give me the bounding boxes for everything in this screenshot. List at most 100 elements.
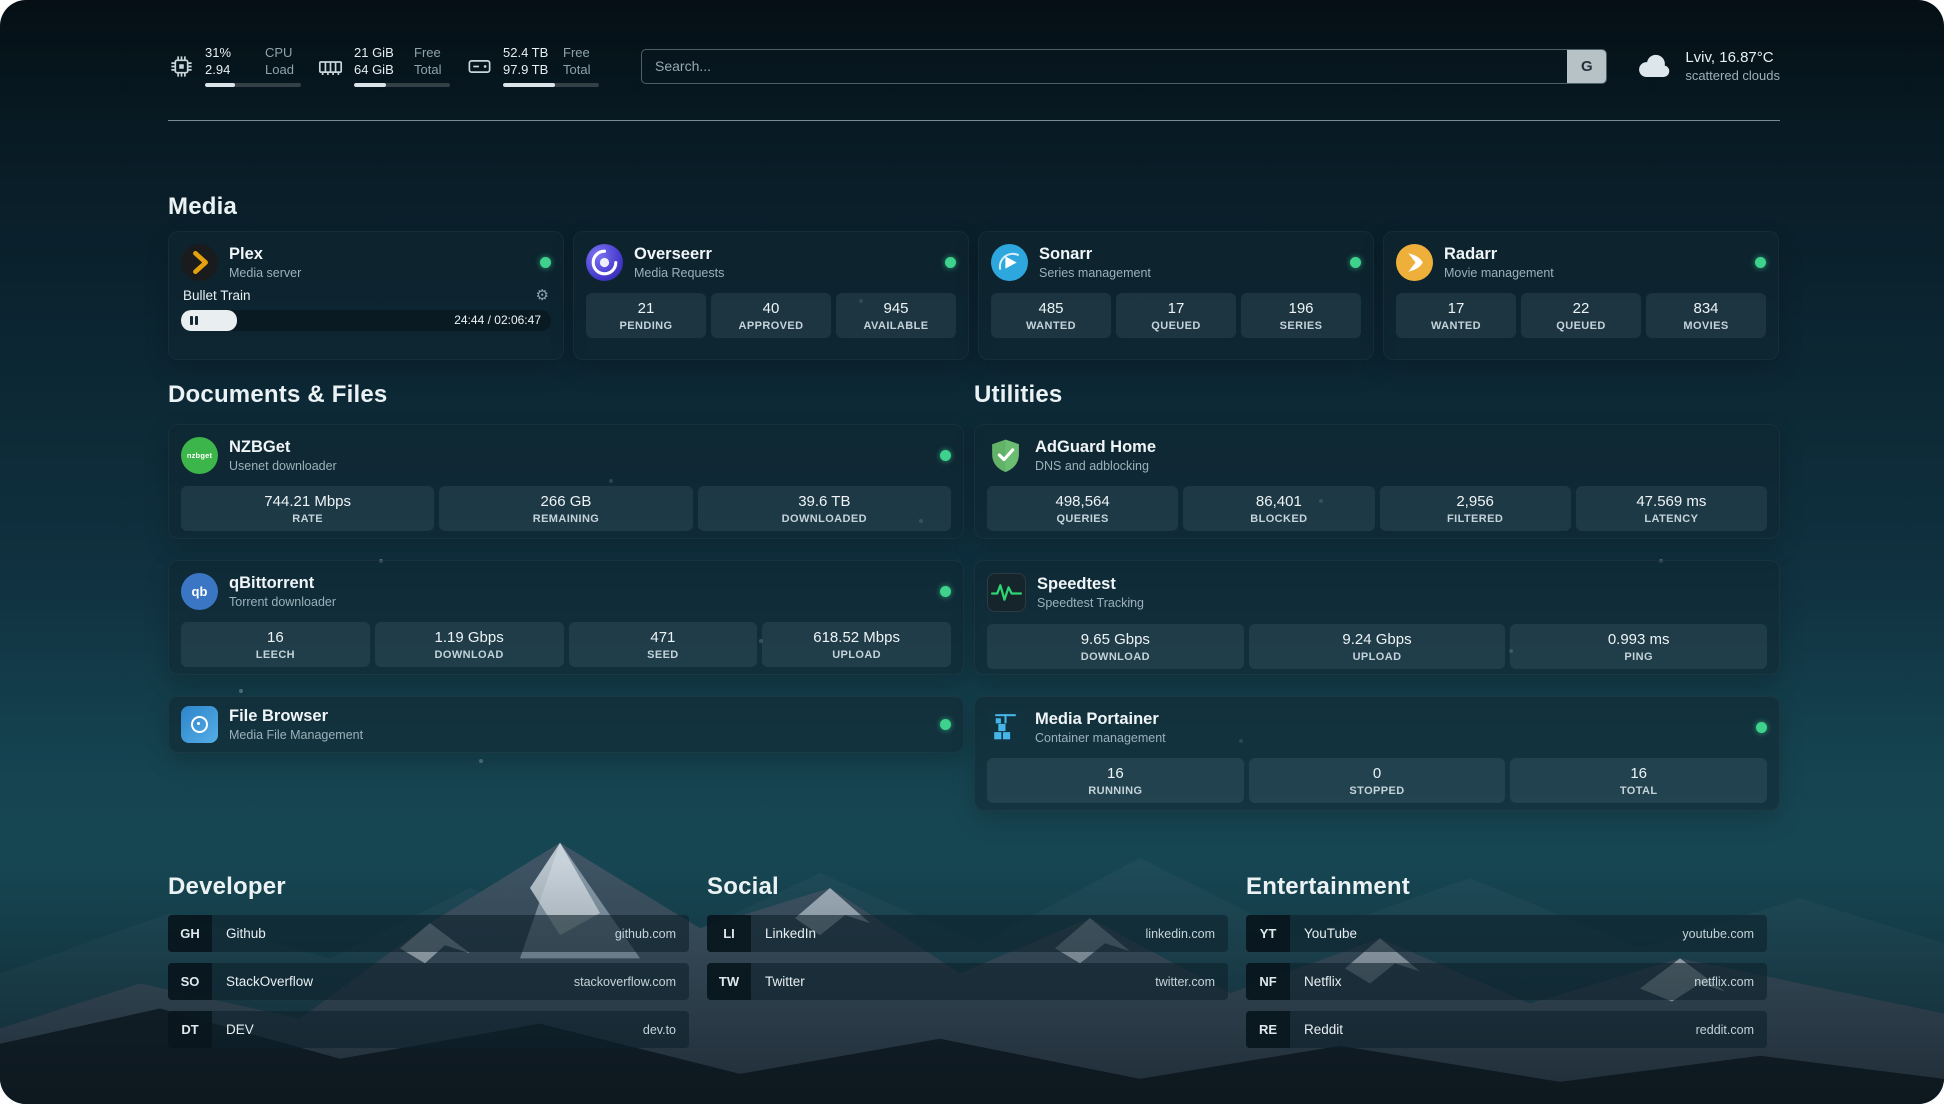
stat-value: 744.21 Mbps	[264, 493, 351, 510]
overseerr-icon	[586, 244, 623, 281]
service-name: Speedtest	[1037, 574, 1144, 594]
stat-label: MOVIES	[1683, 320, 1728, 332]
cpu-progress-bar	[205, 83, 301, 87]
bookmark-name: Twitter	[765, 974, 805, 989]
nzbget-icon: nzbget	[181, 437, 218, 474]
bookmark-url: netflix.com	[1694, 975, 1754, 989]
bookmark-twitter[interactable]: TW Twitter twitter.com	[707, 963, 1228, 1000]
service-card-nzbget[interactable]: nzbget NZBGet Usenet downloader 744.21 M…	[168, 424, 964, 539]
stat-label: AVAILABLE	[864, 320, 929, 332]
gear-icon[interactable]: ⚙	[536, 288, 549, 303]
stat-value: 16	[1107, 765, 1124, 782]
service-card-radarr[interactable]: Radarr Movie management 17 WANTED 22 QUE…	[1383, 231, 1779, 360]
status-dot	[1756, 722, 1767, 733]
service-name: File Browser	[229, 706, 363, 726]
stat-label: APPROVED	[739, 320, 804, 332]
topbar-divider	[168, 120, 1780, 121]
stat-upload: 9.24 Gbps UPLOAD	[1249, 624, 1506, 669]
service-card-filebrowser[interactable]: File Browser Media File Management	[168, 696, 964, 753]
radarr-icon	[1396, 244, 1433, 281]
service-desc: Media server	[229, 265, 301, 281]
service-card-adguard[interactable]: AdGuard Home DNS and adblocking 498,564 …	[974, 424, 1780, 539]
bookmark-github[interactable]: GH Github github.com	[168, 915, 689, 952]
stat-value: 618.52 Mbps	[813, 629, 900, 646]
service-desc: Media Requests	[634, 265, 724, 281]
now-playing-title: Bullet Train	[183, 288, 251, 303]
bookmark-url: reddit.com	[1696, 1023, 1754, 1037]
stat-value: 485	[1038, 300, 1063, 317]
bookmark-name: Netflix	[1304, 974, 1342, 989]
service-desc: Speedtest Tracking	[1037, 595, 1144, 611]
qbittorrent-icon-label: qb	[192, 584, 208, 599]
service-desc: DNS and adblocking	[1035, 458, 1156, 474]
pause-icon[interactable]	[190, 310, 198, 331]
disk-icon	[466, 53, 493, 80]
stat-label: WANTED	[1431, 320, 1481, 332]
qbittorrent-icon: qb	[181, 573, 218, 610]
topbar: 31% CPU 2.94 Load 21 GiB Free 64 GiB Tot…	[168, 44, 1780, 88]
service-card-overseerr[interactable]: Overseerr Media Requests 21 PENDING 40 A…	[573, 231, 969, 360]
section-title-social: Social	[707, 873, 1228, 901]
bookmark-netflix[interactable]: NF Netflix netflix.com	[1246, 963, 1767, 1000]
stat-label: QUEUED	[1151, 320, 1200, 332]
bookmark-group-entertainment: Entertainment YT YouTube youtube.com NF …	[1246, 873, 1767, 1048]
memory-widget: 21 GiB Free 64 GiB Total	[317, 45, 450, 87]
bookmark-group-social: Social LI LinkedIn linkedin.com TW Twitt…	[707, 873, 1228, 1048]
stat-label: DOWNLOADED	[782, 513, 867, 525]
cpu-usage-value: 31%	[205, 45, 259, 61]
bookmark-dev[interactable]: DT DEV dev.to	[168, 1011, 689, 1048]
media-cards-row: Plex Media server Bullet Train ⚙ 24:44 /…	[168, 231, 1780, 360]
stat-stopped: 0 STOPPED	[1249, 758, 1506, 803]
stat-ping: 0.993 ms PING	[1510, 624, 1767, 669]
search-provider-button[interactable]: G	[1567, 50, 1606, 83]
bookmark-reddit[interactable]: RE Reddit reddit.com	[1246, 1011, 1767, 1048]
bookmark-abbr: RE	[1246, 1011, 1290, 1048]
cloud-icon	[1637, 54, 1673, 79]
stat-label: TOTAL	[1620, 785, 1658, 797]
stat-value: 498,564	[1056, 493, 1110, 510]
stat-seed: 471 SEED	[569, 622, 758, 667]
status-dot	[540, 257, 551, 268]
status-dot	[1755, 257, 1766, 268]
stat-filtered: 2,956 FILTERED	[1380, 486, 1571, 531]
cpu-widget: 31% CPU 2.94 Load	[168, 45, 301, 87]
bookmark-abbr: SO	[168, 963, 212, 1000]
service-card-portainer[interactable]: Media Portainer Container management 16 …	[974, 696, 1780, 811]
status-dot	[945, 257, 956, 268]
service-desc: Usenet downloader	[229, 458, 337, 474]
stat-label: SEED	[647, 649, 679, 661]
stat-label: REMAINING	[533, 513, 600, 525]
bookmark-url: linkedin.com	[1146, 927, 1215, 941]
service-card-qbittorrent[interactable]: qb qBittorrent Torrent downloader 16 LEE…	[168, 560, 964, 675]
bookmark-linkedin[interactable]: LI LinkedIn linkedin.com	[707, 915, 1228, 952]
service-name: AdGuard Home	[1035, 437, 1156, 457]
bookmark-url: stackoverflow.com	[574, 975, 676, 989]
service-desc: Media File Management	[229, 727, 363, 743]
search-input[interactable]	[642, 50, 1567, 83]
stat-value: 196	[1288, 300, 1313, 317]
service-desc: Series management	[1039, 265, 1151, 281]
disk-progress-bar	[503, 83, 599, 87]
disk-free-label: Free	[563, 45, 599, 61]
bookmark-name: YouTube	[1304, 926, 1357, 941]
bookmark-abbr: GH	[168, 915, 212, 952]
status-dot	[1350, 257, 1361, 268]
stat-pending: 21 PENDING	[586, 293, 706, 338]
service-card-speedtest[interactable]: Speedtest Speedtest Tracking 9.65 Gbps D…	[974, 560, 1780, 675]
service-name: Sonarr	[1039, 244, 1151, 264]
bookmark-name: Reddit	[1304, 1022, 1343, 1037]
disk-widget: 52.4 TB Free 97.9 TB Total	[466, 45, 599, 87]
stat-label: WANTED	[1026, 320, 1076, 332]
memory-icon	[317, 53, 344, 80]
cpu-load-value: 2.94	[205, 62, 259, 78]
stat-value: 834	[1693, 300, 1718, 317]
memory-progress-bar	[354, 83, 450, 87]
stat-blocked: 86,401 BLOCKED	[1183, 486, 1374, 531]
stat-leech: 16 LEECH	[181, 622, 370, 667]
service-card-sonarr[interactable]: Sonarr Series management 485 WANTED 17 Q…	[978, 231, 1374, 360]
bookmark-youtube[interactable]: YT YouTube youtube.com	[1246, 915, 1767, 952]
stat-remaining: 266 GB REMAINING	[439, 486, 692, 531]
adguard-icon	[987, 437, 1024, 474]
service-card-plex[interactable]: Plex Media server Bullet Train ⚙ 24:44 /…	[168, 231, 564, 360]
bookmark-stackoverflow[interactable]: SO StackOverflow stackoverflow.com	[168, 963, 689, 1000]
